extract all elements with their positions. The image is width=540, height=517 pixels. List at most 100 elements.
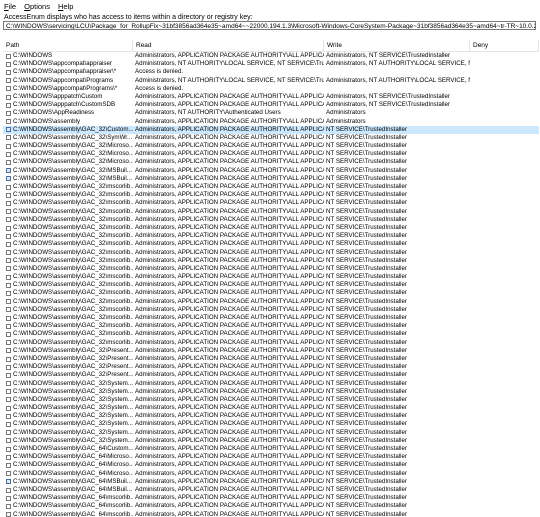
list-item[interactable]: C:\WINDOWS\assembly\GAC_64\mscorlib... Ad… — [3, 494, 539, 502]
read-cell: Administrators, APPLICATION PACKAGE AUTH… — [135, 297, 324, 305]
menu-options[interactable]: Options — [20, 1, 54, 12]
read-cell: Administrators, APPLICATION PACKAGE AUTH… — [135, 404, 324, 412]
list-item[interactable]: C:\WINDOWS\assembly\GAC_64\MSBuil... Admi… — [3, 486, 539, 494]
list-item[interactable]: C:\WINDOWS Administrators, APPLICATION PA… — [3, 52, 539, 60]
list-item[interactable]: C:\WINDOWS\assembly\GAC_32\System.... Adm… — [3, 388, 539, 396]
list-item[interactable]: C:\WINDOWS\assembly\GAC_32\mscorlib... Ad… — [3, 281, 539, 289]
list-item[interactable]: C:\WINDOWS\assembly\GAC_32\SymWr... Admin… — [3, 134, 539, 142]
path-input[interactable]: C:\WINDOWS\servicing\LCU\Package_for_Rol… — [3, 21, 536, 30]
list-item[interactable]: C:\WINDOWS\assembly\GAC_32\System.... Adm… — [3, 437, 539, 445]
folder-icon — [6, 78, 11, 84]
list-item[interactable]: C:\WINDOWS\assembly\GAC_32\System.... Adm… — [3, 420, 539, 428]
list-item[interactable]: C:\WINDOWS\assembly\GAC_32\MSBuil... Admi… — [3, 175, 539, 183]
list-item[interactable]: C:\WINDOWS\assembly Administrators, APPLI… — [3, 118, 539, 126]
list-item[interactable]: C:\WINDOWS\assembly\GAC_32\mscorlib... Ad… — [3, 216, 539, 224]
read-cell: Administrators, APPLICATION PACKAGE AUTH… — [135, 133, 324, 141]
list-item[interactable]: C:\WINDOWS\assembly\GAC_32\mscorlib... Ad… — [3, 183, 539, 191]
write-cell: Administrators — [326, 117, 366, 125]
list-item[interactable]: C:\WINDOWS\assembly\GAC_32\mscorlib... Ad… — [3, 273, 539, 281]
list-item[interactable]: C:\WINDOWS\assembly\GAC_32\Custom... Admi… — [3, 125, 539, 134]
file-icon — [6, 143, 11, 149]
list-item[interactable]: C:\WINDOWS\appcompat\appraiser\* Access i… — [3, 68, 539, 76]
list-item[interactable]: C:\WINDOWS\assembly\GAC_32\mscorlib... Ad… — [3, 224, 539, 232]
read-cell: Administrators, APPLICATION PACKAGE AUTH… — [135, 502, 324, 510]
list-item[interactable]: C:\WINDOWS\assembly\GAC_32\mscorlib... Ad… — [3, 289, 539, 297]
list-item[interactable]: C:\WINDOWS\assembly\GAC_32\Microso... Adm… — [3, 142, 539, 150]
list-item[interactable]: C:\WINDOWS\assembly\GAC_32\mscorlib... Ad… — [3, 330, 539, 338]
deny-cell — [470, 191, 539, 199]
list-item[interactable]: C:\WINDOWS\assembly\GAC_32\MSBuil... Admi… — [3, 167, 539, 175]
list-item[interactable]: C:\WINDOWS\assembly\GAC_32\System.... Adm… — [3, 396, 539, 404]
menu-file[interactable]: File — [0, 1, 20, 12]
list-item[interactable]: C:\WINDOWS\assembly\GAC_32\mscorlib... Ad… — [3, 191, 539, 199]
list-item[interactable]: C:\WINDOWS\assembly\GAC_64\Microso... Adm… — [3, 461, 539, 469]
list-item[interactable]: C:\WINDOWS\AppReadiness Administrators, N… — [3, 109, 539, 117]
list-item[interactable]: C:\WINDOWS\assembly\GAC_32\Present... Adm… — [3, 371, 539, 379]
list-item[interactable]: C:\WINDOWS\assembly\GAC_32\System.... Adm… — [3, 412, 539, 420]
menu-help[interactable]: Help — [54, 1, 77, 12]
file-icon — [6, 381, 11, 387]
read-cell: Administrators, APPLICATION PACKAGE AUTH… — [135, 510, 324, 517]
list-item[interactable]: C:\WINDOWS\appcompat\Programs Administrat… — [3, 77, 539, 85]
path-text: C:\WINDOWS\assembly\GAC_32\mscorlib... — [13, 330, 133, 338]
deny-cell — [470, 77, 539, 85]
column-header-write[interactable]: Write — [324, 40, 470, 51]
deny-cell — [470, 134, 539, 142]
deny-cell — [470, 68, 539, 76]
list-item[interactable]: C:\WINDOWS\assembly\GAC_64\Microso... Adm… — [3, 453, 539, 461]
write-cell: Administrators, NT SERVICE\TrustedInstal… — [326, 52, 451, 59]
list-item[interactable]: C:\WINDOWS\assembly\GAC_32\mscorlib... Ad… — [3, 199, 539, 207]
list-item[interactable]: C:\WINDOWS\apppatch\CustomSDB Administrat… — [3, 101, 539, 109]
file-icon — [6, 487, 11, 493]
list-item[interactable]: C:\WINDOWS\assembly\GAC_32\mscorlib... Ad… — [3, 339, 539, 347]
list-item[interactable]: C:\WINDOWS\assembly\GAC_32\Microso... Adm… — [3, 158, 539, 166]
deny-cell — [470, 371, 539, 379]
list-item[interactable]: C:\WINDOWS\assembly\GAC_32\mscorlib... Ad… — [3, 232, 539, 240]
file-icon — [6, 160, 11, 166]
column-header-deny[interactable]: Deny — [470, 40, 539, 51]
read-cell: Administrators, APPLICATION PACKAGE AUTH… — [135, 395, 324, 403]
list-item[interactable]: C:\WINDOWS\assembly\GAC_64\Microso... Adm… — [3, 470, 539, 478]
list-item[interactable]: C:\WINDOWS\assembly\GAC_32\mscorlib... Ad… — [3, 306, 539, 314]
list-item[interactable]: C:\WINDOWS\assembly\GAC_32\System.... Adm… — [3, 404, 539, 412]
list-item[interactable]: C:\WINDOWS\assembly\GAC_32\mscorlib... Ad… — [3, 257, 539, 265]
write-cell: NT SERVICE\TrustedInstaller — [326, 412, 408, 420]
list-item[interactable]: C:\WINDOWS\assembly\GAC_64\mscorlib... Ad… — [3, 511, 539, 517]
file-icon — [6, 462, 11, 468]
list-item[interactable]: C:\WINDOWS\assembly\GAC_32\mscorlib... Ad… — [3, 314, 539, 322]
path-text: C:\WINDOWS\assembly\GAC_64\MSBuil... — [13, 485, 132, 493]
read-cell: Administrators, APPLICATION PACKAGE AUTH… — [135, 485, 324, 493]
file-icon — [6, 291, 11, 297]
list-item[interactable]: C:\WINDOWS\assembly\GAC_32\Microso... Adm… — [3, 150, 539, 158]
list-item[interactable]: C:\WINDOWS\assembly\GAC_32\mscorlib... Ad… — [3, 240, 539, 248]
deny-cell — [470, 322, 539, 330]
write-cell: NT SERVICE\TrustedInstaller — [326, 494, 408, 502]
column-header-path[interactable]: Path — [3, 40, 133, 51]
list-item[interactable]: C:\WINDOWS\assembly\GAC_32\Present... Adm… — [3, 355, 539, 363]
file-icon — [6, 438, 11, 444]
write-cell: NT SERVICE\TrustedInstaller — [326, 273, 408, 281]
list-item[interactable]: C:\WINDOWS\assembly\GAC_32\Present... Adm… — [3, 363, 539, 371]
deny-cell — [470, 306, 539, 314]
list-item[interactable]: C:\WINDOWS\assembly\GAC_32\System.... Adm… — [3, 380, 539, 388]
list-item[interactable]: C:\WINDOWS\assembly\GAC_64\MSBuil... Admi… — [3, 478, 539, 486]
list-item[interactable]: C:\WINDOWS\assembly\GAC_32\Present... Adm… — [3, 347, 539, 355]
path-text: C:\WINDOWS\appcompat\Programs\* — [13, 84, 118, 92]
list-item[interactable]: C:\WINDOWS\appcompat\Programs\* Access is… — [3, 85, 539, 93]
column-header-read[interactable]: Read — [133, 40, 324, 51]
list-item[interactable]: C:\WINDOWS\assembly\GAC_32\mscorlib... Ad… — [3, 298, 539, 306]
results-list[interactable]: Path Read Write Deny C:\WINDOWS Administr… — [3, 40, 539, 517]
list-item[interactable]: C:\WINDOWS\assembly\GAC_32\System.... Adm… — [3, 429, 539, 437]
deny-cell — [470, 388, 539, 396]
list-item[interactable]: C:\WINDOWS\assembly\GAC_32\mscorlib... Ad… — [3, 322, 539, 330]
list-item[interactable]: C:\WINDOWS\apppatch\Custom Administrators… — [3, 93, 539, 101]
write-cell: NT SERVICE\TrustedInstaller — [326, 354, 408, 362]
list-item[interactable]: C:\WINDOWS\assembly\GAC_32\mscorlib... Ad… — [3, 249, 539, 257]
list-item[interactable]: C:\WINDOWS\assembly\GAC_32\mscorlib... Ad… — [3, 265, 539, 273]
list-item[interactable]: C:\WINDOWS\assembly\GAC_64\Custom.... Adm… — [3, 445, 539, 453]
list-item[interactable]: C:\WINDOWS\appcompat\appraiser Administra… — [3, 60, 539, 68]
write-cell: NT SERVICE\TrustedInstaller — [326, 133, 408, 141]
list-item[interactable]: C:\WINDOWS\assembly\GAC_64\mscorlib... Ad… — [3, 502, 539, 510]
path-cell: C:\WINDOWS\assembly\GAC_32\mscorlib... — [3, 339, 133, 347]
list-item[interactable]: C:\WINDOWS\assembly\GAC_32\mscorlib... Ad… — [3, 208, 539, 216]
